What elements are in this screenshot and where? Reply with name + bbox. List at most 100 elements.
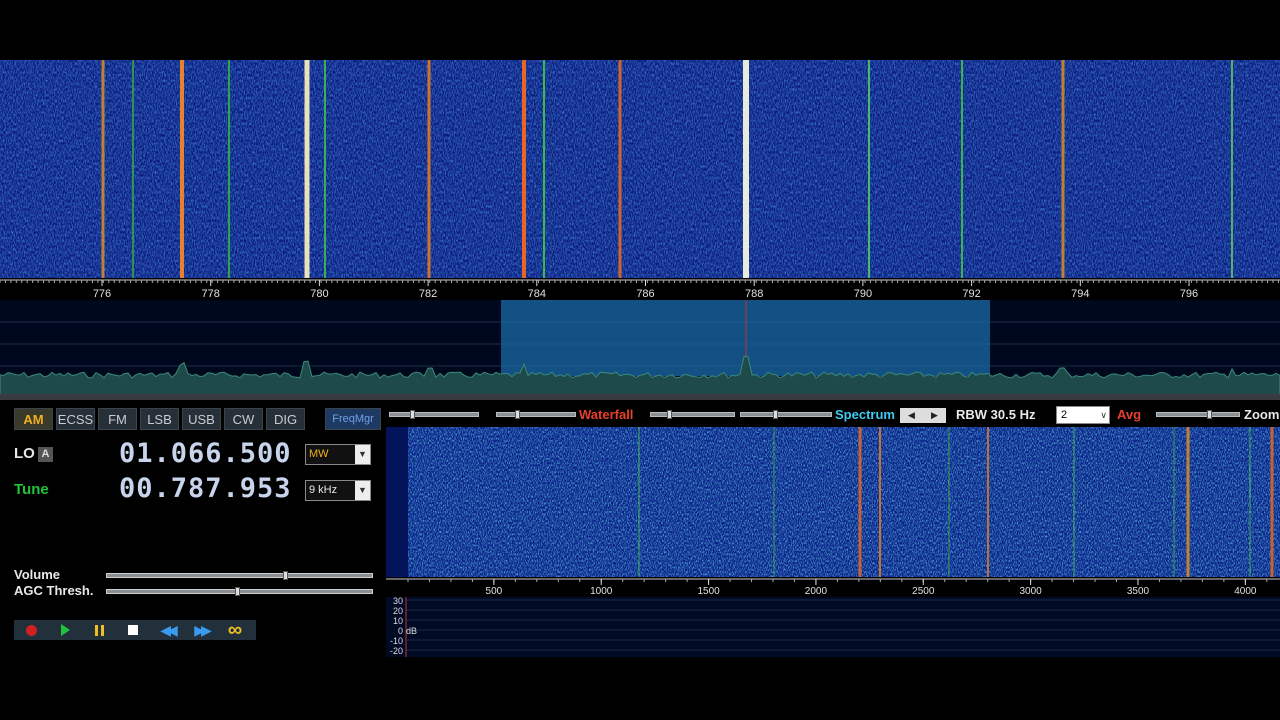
band-value: MW	[309, 448, 329, 460]
band-select[interactable]: MW ▼	[305, 444, 371, 465]
spectrum-label: Spectrum	[835, 407, 895, 422]
audio-carrier-trace	[858, 427, 862, 577]
slider-thumb[interactable]	[515, 410, 520, 419]
stop-button[interactable]	[116, 620, 150, 640]
record-icon	[25, 624, 37, 636]
slider-thumb[interactable]	[773, 410, 778, 419]
pause-button[interactable]	[82, 620, 116, 640]
audio-carrier-trace	[1073, 427, 1075, 577]
db-tick-label: -20	[390, 646, 403, 656]
pause-icon	[94, 624, 104, 636]
carrier-trace	[1231, 60, 1233, 278]
rf-spectrum[interactable]	[0, 300, 1280, 400]
audio-axis-tick-label: 1000	[590, 586, 613, 597]
audio-axis-tick-label: 1500	[697, 586, 720, 597]
audio-axis-tick-label: 4000	[1234, 586, 1257, 597]
waterfall-speed-slider[interactable]	[650, 410, 735, 419]
db-unit-label: dB	[406, 626, 417, 636]
tune-label: Tune	[14, 481, 49, 498]
spectrum-level-slider[interactable]	[740, 410, 832, 419]
audio-carrier-trace	[773, 427, 775, 577]
mode-cw-button[interactable]: CW	[224, 408, 263, 430]
carrier-trace	[427, 60, 431, 278]
play-button[interactable]	[48, 620, 82, 640]
zoom-slider[interactable]	[1156, 410, 1240, 419]
zoom-label: Zoom	[1244, 407, 1280, 422]
rf-axis-tick-label: 776	[93, 288, 111, 300]
audio-carrier-trace	[1186, 427, 1190, 577]
avg-value: 2	[1061, 409, 1068, 421]
audio-carrier-trace	[638, 427, 640, 577]
carrier-trace	[324, 60, 326, 278]
carrier-trace	[743, 60, 749, 278]
audio-axis-tick-label: 2500	[912, 586, 935, 597]
audio-spectrum[interactable]: 3020100-10-20dB	[386, 597, 1280, 657]
mode-lsb-button[interactable]: LSB	[140, 408, 179, 430]
carrier-trace	[132, 60, 134, 278]
loop-icon: ∞	[227, 619, 243, 641]
rf-axis-tick-label: 794	[1071, 288, 1089, 300]
fast-forward-button[interactable]: ▶▶	[184, 620, 218, 640]
waterfall-contrast-slider[interactable]	[496, 410, 576, 419]
loop-button[interactable]: ∞	[218, 620, 252, 640]
volume-slider[interactable]	[106, 571, 373, 580]
mode-am-button[interactable]: AM	[14, 408, 53, 430]
transport-bar: ◀◀ ▶▶ ∞	[14, 620, 256, 640]
lo-lock-badge[interactable]: A	[38, 447, 53, 462]
mode-dig-button[interactable]: DIG	[266, 408, 305, 430]
rf-frequency-axis: 776 778 780 782 784 786 788 790 792 794 796	[0, 278, 1280, 300]
mode-fm-button[interactable]: FM	[98, 408, 137, 430]
db-tick-label: -10	[390, 636, 403, 646]
record-button[interactable]	[14, 620, 48, 640]
audio-toolbar: Waterfall Spectrum ◀ ▶ RBW 30.5 Hz 2 ∨ A…	[384, 404, 1280, 426]
audio-carrier-trace	[1270, 427, 1274, 577]
audio-axis-tick-label: 3500	[1127, 586, 1150, 597]
audio-carrier-trace	[987, 427, 989, 577]
carrier-trace	[522, 60, 526, 278]
audio-frequency-axis: 500 1000 1500 2000 2500 3000 3500 4000	[386, 577, 1280, 597]
chevron-left-icon[interactable]: ◀	[900, 408, 923, 423]
db-tick-label: 20	[393, 606, 403, 616]
rf-axis-tick-label: 784	[528, 288, 546, 300]
rf-axis-tick-label: 788	[745, 288, 763, 300]
audio-axis-tick-label: 500	[486, 586, 503, 597]
carrier-trace	[228, 60, 230, 278]
rf-axis-tick-label: 782	[419, 288, 437, 300]
slider-thumb[interactable]	[667, 410, 672, 419]
lo-frequency[interactable]: 01.066.500	[119, 438, 292, 469]
step-select[interactable]: 9 kHz ▼	[305, 480, 371, 501]
rf-waterfall[interactable]	[0, 60, 1280, 278]
rf-axis-tick-label: 778	[202, 288, 220, 300]
carrier-trace	[618, 60, 622, 278]
mode-ecss-button[interactable]: ECSS	[56, 408, 95, 430]
waterfall-brightness-slider[interactable]	[389, 410, 479, 419]
audio-waterfall[interactable]	[386, 427, 1280, 577]
volume-slider-thumb[interactable]	[282, 571, 288, 580]
rbw-label: RBW 30.5 Hz	[956, 407, 1036, 422]
audio-carrier-trace	[1249, 427, 1251, 577]
control-panel: AM ECSS FM LSB USB CW DIG FreqMgr LO A 01.066.…	[0, 404, 384, 660]
fast-forward-icon: ▶▶	[194, 621, 211, 638]
db-tick-label: 0	[398, 626, 403, 636]
tune-frequency[interactable]: 00.787.953	[119, 473, 292, 504]
carrier-trace	[304, 60, 310, 278]
slider-thumb[interactable]	[410, 410, 415, 419]
rewind-button[interactable]: ◀◀	[150, 620, 184, 640]
spectrum-scroll[interactable]: ◀ ▶	[900, 408, 946, 423]
freq-manager-button[interactable]: FreqMgr	[325, 408, 381, 430]
avg-select[interactable]: 2 ∨	[1056, 406, 1110, 424]
step-value: 9 kHz	[309, 484, 338, 496]
agc-threshold-thumb[interactable]	[235, 587, 241, 596]
rf-axis-tick-label: 780	[310, 288, 328, 300]
rf-axis-tick-label: 790	[854, 288, 872, 300]
carrier-trace	[868, 60, 870, 278]
audio-carrier-trace	[1173, 427, 1175, 577]
chevron-right-icon[interactable]: ▶	[923, 408, 946, 423]
mode-usb-button[interactable]: USB	[182, 408, 221, 430]
play-icon	[60, 624, 70, 636]
rf-axis-tick-label: 792	[962, 288, 980, 300]
db-tick-label: 10	[393, 616, 403, 626]
volume-label: Volume	[14, 567, 60, 582]
slider-thumb[interactable]	[1207, 410, 1212, 419]
agc-threshold-slider[interactable]	[106, 587, 373, 596]
